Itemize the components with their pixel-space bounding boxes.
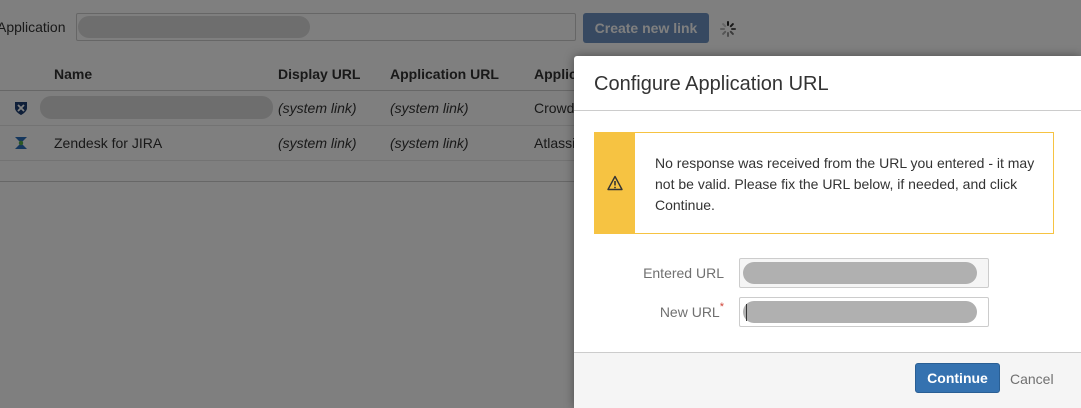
dialog-header: Configure Application URL — [574, 56, 1081, 111]
warning-message: No response was received from the URL yo… — [594, 132, 1054, 234]
redacted-value — [743, 301, 977, 323]
warning-bar — [595, 133, 635, 233]
redacted-value — [743, 262, 977, 284]
continue-button[interactable]: Continue — [915, 363, 1000, 393]
dialog-footer: Continue Cancel — [574, 352, 1081, 408]
warning-text: No response was received from the URL yo… — [655, 155, 1035, 213]
dialog-title: Configure Application URL — [594, 73, 829, 95]
new-url-label: New URL* — [574, 301, 724, 320]
required-marker: * — [719, 301, 724, 313]
configure-url-dialog: Configure Application URL No response wa… — [574, 56, 1081, 408]
warning-icon — [607, 175, 623, 191]
cancel-link[interactable]: Cancel — [1010, 371, 1054, 387]
page: Application Create new link Name Display… — [0, 0, 1081, 408]
new-url-input[interactable] — [739, 297, 989, 327]
entered-url-field — [739, 258, 989, 288]
entered-url-label: Entered URL — [643, 265, 724, 281]
new-url-label-text: New URL — [659, 304, 720, 320]
text-cursor — [746, 304, 747, 321]
